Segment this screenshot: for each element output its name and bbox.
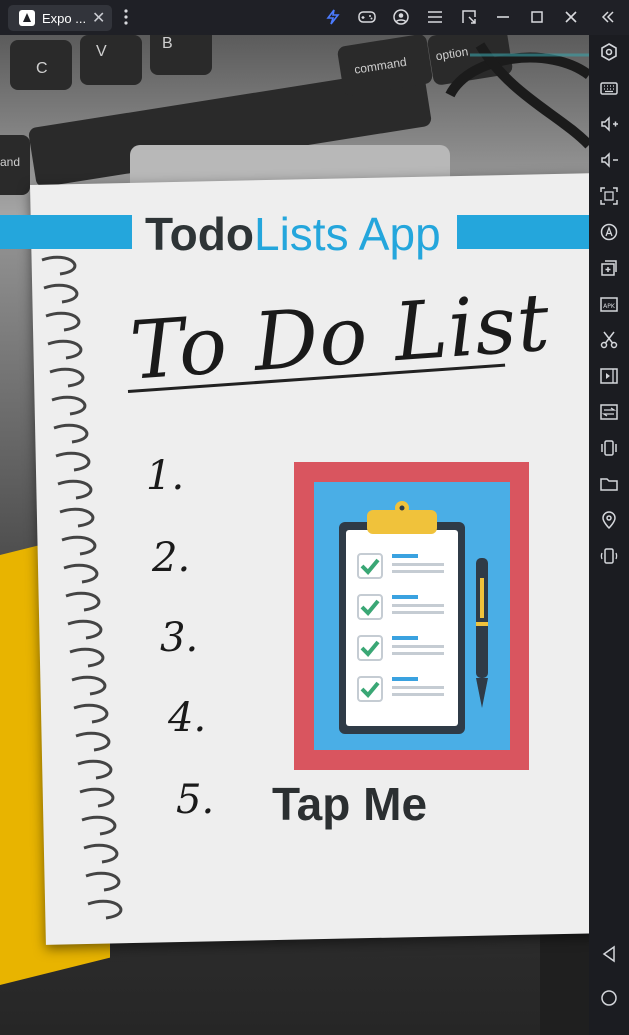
sync-icon[interactable] [598, 401, 620, 423]
volume-down-icon[interactable] [598, 149, 620, 171]
account-icon[interactable] [391, 7, 411, 27]
gamepad-icon[interactable] [357, 7, 377, 27]
tab-title: Expo ... [42, 11, 87, 26]
media-player-icon[interactable] [598, 365, 620, 387]
app-title-part2: Lists App [253, 208, 441, 260]
list-number: 4. [168, 695, 207, 741]
header-accent-bar-right [457, 215, 589, 249]
menu-icon[interactable] [425, 7, 445, 27]
performance-bolt-icon[interactable] [323, 7, 343, 27]
clipboard-icon [339, 501, 488, 734]
home-icon[interactable] [598, 987, 620, 1009]
resize-window-icon[interactable] [459, 7, 479, 27]
folder-icon[interactable] [598, 473, 620, 495]
screenshot-icon[interactable] [598, 185, 620, 207]
app-tab[interactable]: Expo ... ✕ [8, 5, 112, 31]
tap-me-button[interactable]: Tap Me [272, 777, 427, 831]
app-title-part1: Todo [145, 208, 254, 260]
keyboard-key: and [0, 135, 30, 195]
svg-text:APK: APK [603, 303, 616, 310]
tab-close-icon[interactable]: ✕ [92, 8, 105, 27]
rotate-a-icon[interactable] [598, 221, 620, 243]
maximize-icon[interactable] [527, 7, 547, 27]
expo-logo-icon [19, 10, 35, 26]
keyboard-key: V [80, 35, 142, 85]
keyboard-key: C [10, 40, 72, 90]
rotate-screen-icon[interactable] [598, 545, 620, 567]
keyboard-key: B [150, 35, 212, 75]
collapse-sidebar-icon[interactable] [598, 7, 618, 27]
emulator-titlebar: Expo ... ✕ [0, 0, 629, 35]
eyeglasses-image [445, 42, 589, 149]
list-number: 1. [146, 453, 185, 499]
more-vert-icon[interactable] [116, 7, 136, 27]
emulator-sidebar: APK [589, 35, 629, 1035]
pen-icon [476, 558, 488, 708]
header-accent-bar-left [0, 215, 132, 249]
clipboard-image [314, 482, 510, 750]
volume-up-icon[interactable] [598, 113, 620, 135]
close-window-icon[interactable] [561, 7, 581, 27]
keyboard-icon[interactable] [598, 77, 620, 99]
back-icon[interactable] [598, 943, 620, 965]
location-icon[interactable] [598, 509, 620, 531]
minimize-icon[interactable] [493, 7, 513, 27]
apk-install-icon[interactable]: APK [598, 293, 620, 315]
scissors-icon[interactable] [598, 329, 620, 351]
app-title: TodoLists App [145, 207, 441, 261]
clipboard-image-button[interactable] [294, 462, 529, 770]
spiral-binding-image [41, 255, 123, 920]
list-number: 2. [152, 535, 191, 581]
list-number: 3. [160, 615, 199, 661]
settings-hexagon-icon[interactable] [598, 41, 620, 63]
app-screen: C V B command option and TodoLists App T… [0, 35, 589, 1035]
add-window-icon[interactable] [598, 257, 620, 279]
shake-icon[interactable] [598, 437, 620, 459]
list-number: 5. [176, 777, 215, 823]
